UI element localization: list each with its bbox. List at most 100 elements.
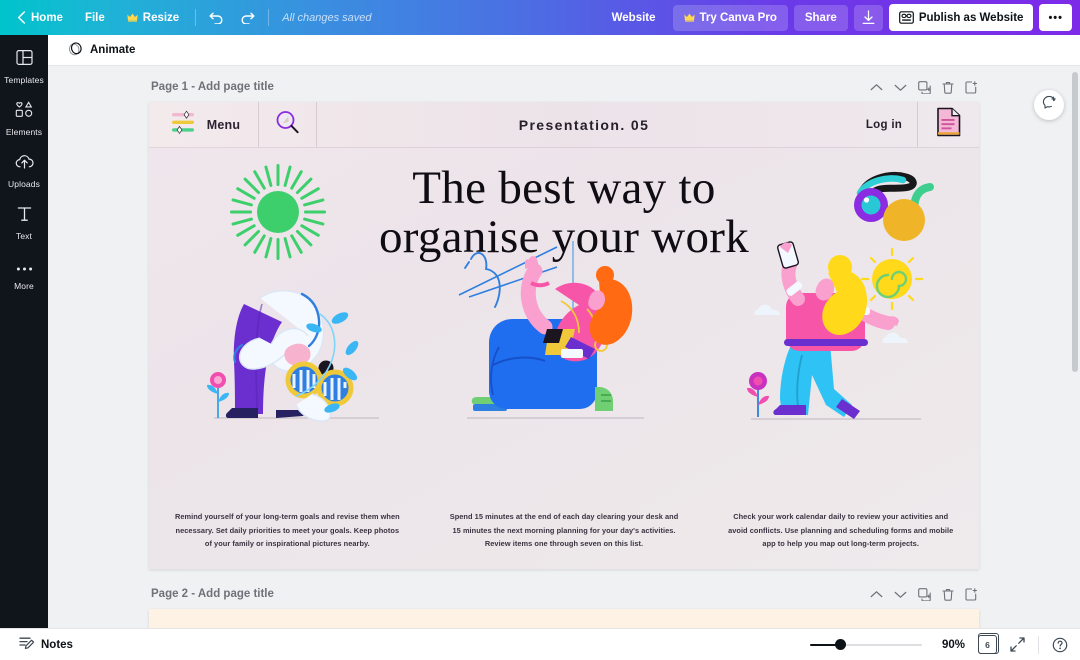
sidebar-item-more[interactable]: More xyxy=(0,249,48,301)
sliders-icon xyxy=(171,110,198,140)
canvas-scroll-area[interactable]: Page 1 - Add page title Menu Presentatio… xyxy=(48,66,1080,628)
move-page-up-button[interactable] xyxy=(870,590,883,599)
share-label: Share xyxy=(804,11,837,24)
duplicate-page-button[interactable] xyxy=(918,80,931,94)
add-page-button[interactable] xyxy=(965,80,977,94)
illustration-person-sitting xyxy=(458,241,644,419)
editor-body: Templates Elements Uploads Text More Ani… xyxy=(0,35,1080,628)
sidebar-item-text[interactable]: Text xyxy=(0,197,48,249)
animate-icon xyxy=(68,41,83,59)
notes-button[interactable]: Notes xyxy=(12,633,80,657)
save-status: All changes saved xyxy=(282,11,372,24)
slide-heading-line-1: The best way to xyxy=(412,162,716,214)
illustration-person-bending xyxy=(207,290,379,422)
help-button[interactable] xyxy=(1052,637,1068,653)
column-text: Remind yourself of your long-term goals … xyxy=(174,511,400,549)
sidebar-item-label: Text xyxy=(16,230,32,241)
try-pro-label: Try Canva Pro xyxy=(699,11,777,24)
duplicate-page-button[interactable] xyxy=(918,587,931,601)
toolbar-divider-2 xyxy=(268,9,270,26)
website-button[interactable]: Website xyxy=(601,5,667,31)
page-count-badge[interactable]: 6 xyxy=(978,633,999,654)
delete-page-button[interactable] xyxy=(942,588,954,601)
bottom-divider xyxy=(1038,635,1039,654)
chevron-left-icon xyxy=(17,11,26,24)
expand-icon xyxy=(1010,637,1025,652)
download-button[interactable] xyxy=(853,4,883,31)
zoom-slider-knob[interactable] xyxy=(834,639,846,650)
templates-icon xyxy=(15,49,33,71)
canvas-content: Page 1 - Add page title Menu Presentatio… xyxy=(48,66,1080,628)
editor-main: Animate Page 1 - Add page title Menu Pre… xyxy=(48,35,1080,628)
move-page-down-button[interactable] xyxy=(894,590,907,599)
resize-label: Resize xyxy=(142,11,180,24)
text-icon xyxy=(17,206,32,227)
redo-button[interactable] xyxy=(232,5,263,31)
add-comment-icon xyxy=(1042,95,1057,115)
home-button[interactable]: Home xyxy=(6,5,74,31)
ellipsis-icon: ••• xyxy=(1048,11,1063,24)
bottom-toolbar: Notes 90% 6 xyxy=(0,628,1080,660)
elements-icon xyxy=(15,101,34,123)
illustration-person-selfie xyxy=(747,241,924,420)
sidebar-item-label: Templates xyxy=(4,75,44,85)
document-icon xyxy=(936,107,962,142)
left-sidebar: Templates Elements Uploads Text More xyxy=(0,35,48,628)
try-canva-pro-button[interactable]: Try Canva Pro xyxy=(672,4,788,31)
sidebar-item-uploads[interactable]: Uploads xyxy=(0,145,48,197)
more-options-button[interactable]: ••• xyxy=(1039,4,1072,31)
slide-menu-label: Menu xyxy=(206,117,241,132)
crown-icon xyxy=(683,13,695,22)
slide-search-button[interactable] xyxy=(259,102,317,147)
page-title[interactable]: Page 2 - Add page title xyxy=(151,588,274,600)
zoom-slider[interactable] xyxy=(810,639,922,650)
add-page-button[interactable] xyxy=(965,587,977,601)
undo-icon xyxy=(209,12,223,24)
slide-page-2[interactable] xyxy=(149,609,979,628)
resize-button[interactable]: Resize xyxy=(116,5,190,31)
top-toolbar-left: Home File Resize All changes saved xyxy=(6,5,371,31)
notes-label: Notes xyxy=(41,638,73,651)
top-toolbar: Home File Resize All changes saved Websi… xyxy=(0,0,1080,35)
sidebar-item-templates[interactable]: Templates xyxy=(0,41,48,93)
sidebar-item-label: Elements xyxy=(5,127,43,137)
move-page-up-button[interactable] xyxy=(870,83,883,92)
file-menu-button[interactable]: File xyxy=(74,5,116,31)
column-text: Spend 15 minutes at the end of each day … xyxy=(449,511,679,549)
zoom-level-value[interactable]: 90% xyxy=(935,639,965,651)
crown-icon xyxy=(127,13,138,22)
animate-button[interactable]: Animate xyxy=(62,38,141,62)
publish-label: Publish as Website xyxy=(918,11,1024,24)
redo-icon xyxy=(241,12,255,24)
page-actions xyxy=(870,80,977,94)
slide-document-icon-button[interactable] xyxy=(917,102,979,147)
slide-column-1: Remind yourself of your long-term goals … xyxy=(149,510,426,551)
slide-page-1[interactable]: Menu Presentation. 05 Log in The best wa… xyxy=(149,102,979,569)
add-comment-button[interactable] xyxy=(1034,90,1064,120)
sidebar-item-elements[interactable]: Elements xyxy=(0,93,48,145)
more-icon xyxy=(16,259,33,277)
animate-toolbar: Animate xyxy=(48,35,1080,66)
download-icon xyxy=(862,10,875,25)
canva-editor: Home File Resize All changes saved Websi… xyxy=(0,0,1080,660)
page-1-header: Page 1 - Add page title xyxy=(149,76,979,98)
canvas-scrollbar[interactable] xyxy=(1072,72,1078,372)
delete-page-button[interactable] xyxy=(942,81,954,94)
toolbar-divider-1 xyxy=(195,9,197,26)
bottom-toolbar-right: 90% 6 xyxy=(810,633,1068,654)
sidebar-item-label: Uploads xyxy=(8,178,40,189)
move-page-down-button[interactable] xyxy=(894,83,907,92)
notes-icon xyxy=(19,636,35,653)
slide-menu-button[interactable]: Menu xyxy=(149,102,259,147)
publish-as-website-button[interactable]: Publish as Website xyxy=(888,4,1034,31)
slide-nav-bar: Menu Presentation. 05 Log in xyxy=(149,102,979,148)
fullscreen-button[interactable] xyxy=(1010,637,1025,652)
home-label: Home xyxy=(31,11,63,24)
column-text: Check your work calendar daily to review… xyxy=(728,511,954,549)
slide-login-button[interactable]: Log in xyxy=(851,102,917,147)
page-title[interactable]: Page 1 - Add page title xyxy=(151,81,274,93)
share-button[interactable]: Share xyxy=(793,4,848,31)
top-toolbar-right: Website Try Canva Pro Share Publish as W… xyxy=(601,4,1074,31)
undo-button[interactable] xyxy=(201,5,232,31)
publish-icon xyxy=(898,11,914,24)
